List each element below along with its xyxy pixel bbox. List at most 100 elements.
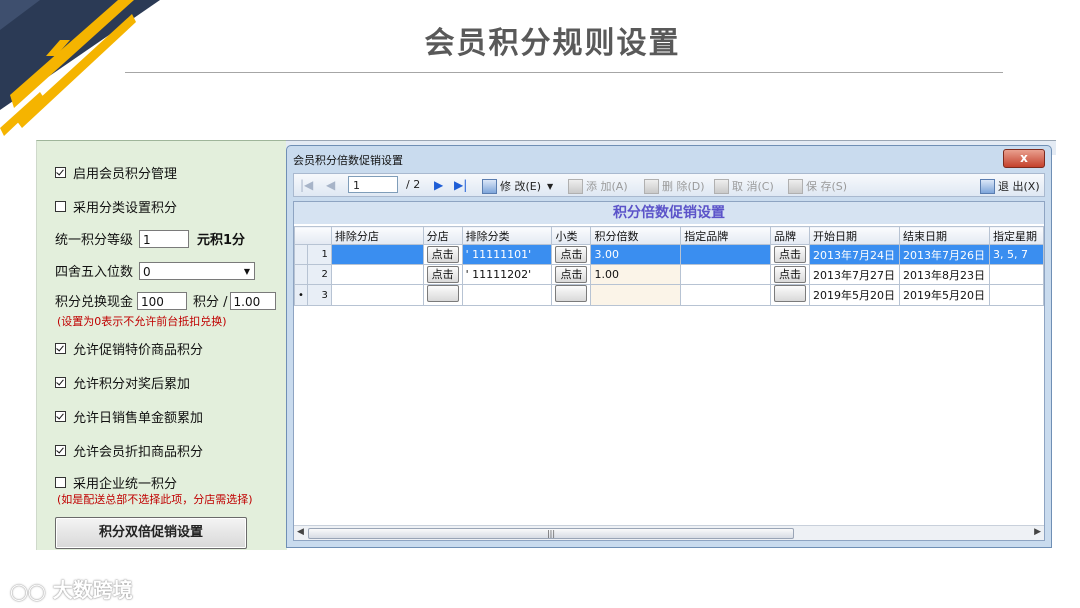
scroll-left-icon[interactable]: ◀: [297, 527, 304, 537]
column-header[interactable]: 排除分店: [330, 226, 424, 245]
horizontal-scrollbar[interactable]: ◀ ||| ▶: [294, 525, 1044, 540]
column-header[interactable]: 指定品牌: [680, 226, 771, 245]
brand-spec-cell[interactable]: [680, 264, 771, 285]
weekday-cell[interactable]: [988, 284, 1044, 306]
weekday-cell[interactable]: [988, 264, 1044, 285]
delete-button[interactable]: 删 除(D): [644, 178, 705, 194]
close-button[interactable]: x: [1003, 149, 1045, 168]
scrollbar-thumb[interactable]: |||: [308, 528, 794, 539]
multiple-cell[interactable]: 1.00: [590, 264, 682, 285]
delete-icon: [644, 178, 659, 194]
page-number-input[interactable]: 1: [348, 176, 398, 193]
multiple-cell[interactable]: [590, 284, 682, 306]
store-pick-button[interactable]: 点击: [426, 266, 459, 283]
brand-pick-button[interactable]: 点击: [774, 266, 806, 283]
allow-daily-checkbox[interactable]: [55, 411, 66, 422]
enterprise-option[interactable]: 采用企业统一积分: [55, 473, 177, 492]
edit-icon: [482, 178, 497, 194]
exclude-store-cell[interactable]: [330, 244, 424, 265]
dialog-title: 会员积分倍数促销设置: [293, 154, 403, 167]
allow-discount-checkbox[interactable]: [55, 445, 66, 456]
exchange-points-input[interactable]: 100: [137, 291, 188, 310]
allow-promo-option[interactable]: 允许促销特价商品积分: [55, 339, 203, 358]
scroll-right-icon[interactable]: ▶: [1034, 527, 1041, 537]
unified-level-row: 统一积分等级 1 元积1分: [55, 229, 245, 248]
multiple-cell[interactable]: 3.00: [590, 244, 682, 265]
start-date-cell[interactable]: 2019年5月20日: [809, 284, 900, 306]
edit-button[interactable]: 修 改(E) ▼: [482, 178, 553, 194]
category-points-checkbox[interactable]: [55, 201, 66, 212]
page-total: / 2: [406, 178, 421, 191]
dropdown-arrow-icon[interactable]: ▼: [244, 263, 250, 281]
column-header[interactable]: 小类: [551, 226, 592, 245]
enable-points-checkbox[interactable]: [55, 167, 66, 178]
row-number[interactable]: 1: [306, 244, 332, 265]
subcategory-pick-button[interactable]: 点击: [555, 266, 588, 283]
start-date-cell[interactable]: 2013年7月24日: [809, 244, 900, 265]
allow-daily-option[interactable]: 允许日销售单金额累加: [55, 407, 203, 426]
subcategory-pick-button[interactable]: [555, 285, 588, 302]
prev-page-icon[interactable]: ◀: [326, 178, 335, 192]
subcategory-pick-button[interactable]: 点击: [555, 246, 588, 263]
column-header[interactable]: 排除分类: [461, 226, 553, 245]
exchange-note: (设置为0表示不允许前台抵扣兑换): [57, 315, 227, 328]
unified-level-label: 统一积分等级: [55, 233, 134, 248]
row-number[interactable]: 3: [306, 284, 332, 306]
end-date-cell[interactable]: 2019年5月20日: [898, 284, 990, 306]
column-header[interactable]: 积分倍数: [590, 226, 682, 245]
last-page-icon[interactable]: ▶|: [454, 178, 467, 192]
exclude-category-cell[interactable]: [461, 284, 553, 306]
exchange-separator: 积分 /: [193, 295, 228, 310]
store-pick-button[interactable]: [426, 285, 459, 302]
exit-icon: [980, 178, 995, 194]
allow-promo-checkbox[interactable]: [55, 343, 66, 354]
delete-label: 删 除(D): [662, 180, 705, 193]
rounding-select[interactable]: 0 ▼: [139, 261, 256, 281]
brand-pick-button[interactable]: [774, 285, 806, 302]
allow-award-option[interactable]: 允许积分对奖后累加: [55, 373, 190, 392]
next-page-icon[interactable]: ▶: [434, 178, 443, 192]
column-header[interactable]: 指定星期: [988, 226, 1044, 245]
row-number[interactable]: 2: [306, 264, 332, 285]
category-points-option[interactable]: 采用分类设置积分: [55, 197, 177, 216]
weekday-cell[interactable]: 3, 5, 7: [988, 244, 1044, 265]
subcategory-cell: 点击: [551, 264, 592, 285]
store-pick-button[interactable]: 点击: [426, 246, 459, 263]
table-row[interactable]: 1 点击 ' 11111101' 点击 3.00 点击 2013年7月24日 2…: [294, 244, 1044, 265]
allow-discount-option[interactable]: 允许会员折扣商品积分: [55, 441, 203, 460]
column-header[interactable]: 分店: [422, 226, 463, 245]
exclude-category-cell[interactable]: ' 11111202': [461, 264, 553, 285]
cancel-button[interactable]: 取 消(C): [714, 178, 774, 194]
exclude-store-cell[interactable]: [330, 264, 424, 285]
exchange-cash-input[interactable]: 1.00: [229, 291, 276, 310]
end-date-cell[interactable]: 2013年8月23日: [898, 264, 990, 285]
brand-spec-cell[interactable]: [680, 244, 771, 265]
exit-button[interactable]: 退 出(X): [980, 178, 1040, 194]
brand-pick-button[interactable]: 点击: [774, 246, 806, 263]
double-points-promo-button[interactable]: 积分双倍促销设置: [55, 517, 247, 549]
unified-level-input[interactable]: 1: [139, 229, 190, 248]
brand-spec-cell[interactable]: [680, 284, 771, 306]
column-header[interactable]: 开始日期: [809, 226, 900, 245]
column-header[interactable]: 品牌: [770, 226, 810, 245]
exchange-label: 积分兑换现金: [55, 295, 134, 310]
save-button[interactable]: 保 存(S): [788, 178, 847, 194]
table-row[interactable]: • 3 2019年5月20日 2019年5月20日: [294, 284, 1044, 306]
watermark-logo-icon: ◯◯: [10, 582, 46, 601]
first-page-icon[interactable]: |◀: [300, 178, 313, 192]
allow-award-checkbox[interactable]: [55, 377, 66, 388]
exclude-category-cell[interactable]: ' 11111101': [461, 244, 553, 265]
chevron-down-icon[interactable]: ▼: [547, 182, 553, 191]
add-icon: [568, 178, 583, 194]
column-header[interactable]: 结束日期: [898, 226, 990, 245]
enterprise-checkbox[interactable]: [55, 477, 66, 488]
exclude-store-cell[interactable]: [330, 284, 424, 306]
start-date-cell[interactable]: 2013年7月27日: [809, 264, 900, 285]
table-row[interactable]: 2 点击 ' 11111202' 点击 1.00 点击 2013年7月27日 2…: [294, 264, 1044, 285]
promo-grid-area: 积分倍数促销设置 排除分店 分店 排除分类 小类 积分倍数 指定品牌 品牌 开始…: [293, 201, 1045, 541]
add-button[interactable]: 添 加(A): [568, 178, 628, 194]
end-date-cell[interactable]: 2013年7月26日: [898, 244, 990, 265]
subcategory-cell: 点击: [551, 244, 592, 265]
enable-points-option[interactable]: 启用会员积分管理: [55, 163, 177, 182]
store-cell: 点击: [422, 244, 463, 265]
